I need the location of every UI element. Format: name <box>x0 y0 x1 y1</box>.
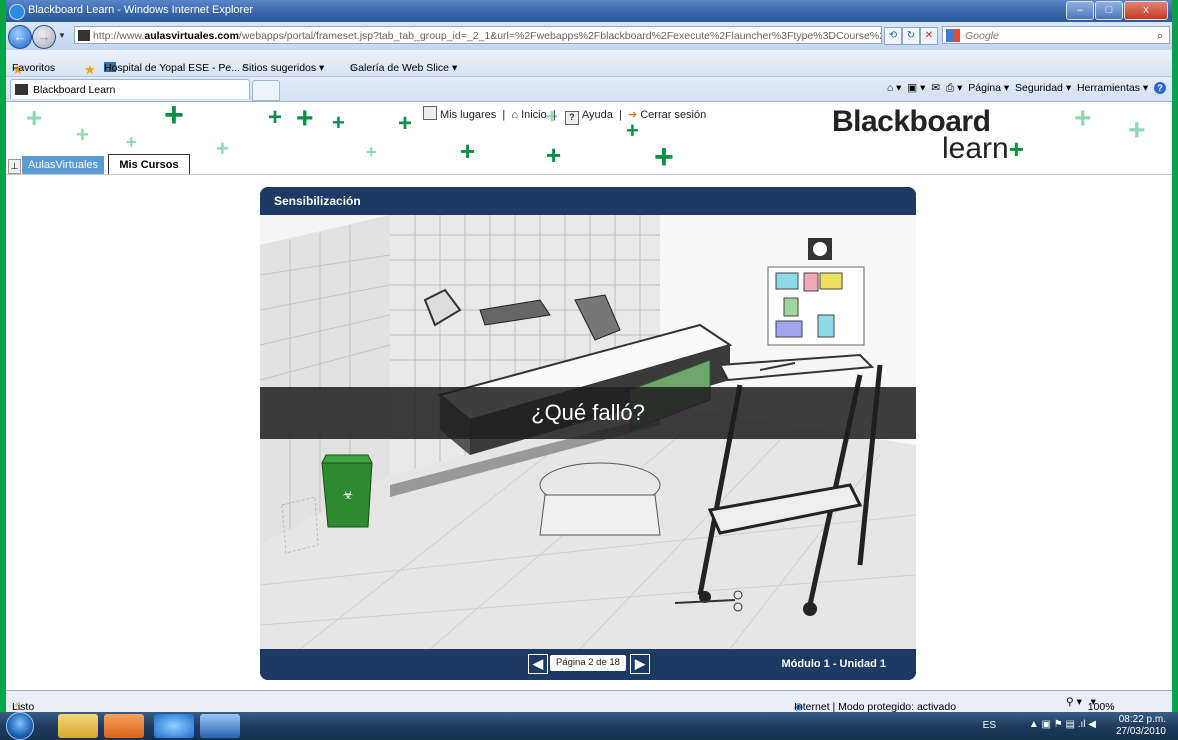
page-content: + + + + + + + + + + + + + + + + + Mis lu… <box>6 102 1172 690</box>
blackboard-nav: Mis lugares | ⌂ Inicio | ? Ayuda | ➜ Cerr… <box>420 106 706 125</box>
help-icon[interactable]: ? <box>1154 82 1166 94</box>
prev-page-button[interactable]: ◀ <box>528 654 548 674</box>
blackboard-banner: + + + + + + + + + + + + + + + + + Mis lu… <box>6 102 1172 176</box>
address-domain: aulasvirtuales.com <box>144 30 239 42</box>
clock[interactable]: 08:22 p.m. 27/03/2010 <box>1116 714 1166 738</box>
word-taskbar-icon[interactable] <box>200 714 240 738</box>
module-label: Módulo 1 - Unidad 1 <box>781 658 887 670</box>
tab-aulas-virtuales[interactable]: AulasVirtuales <box>22 156 104 174</box>
search-placeholder: Google <box>965 30 999 42</box>
taskbar: ES ▲ ▣ ⚑ ▤ .ıl ◀ 08:22 p.m. 27/03/2010 <box>0 712 1178 740</box>
pagina-menu[interactable]: Página ▾ <box>968 82 1009 94</box>
address-input[interactable]: http://www.aulasvirtuales.com/webapps/po… <box>74 26 882 44</box>
print-icon[interactable]: ⎙ ▾ <box>946 82 963 94</box>
blackboard-logo: Blackboard learn+ <box>832 105 1024 165</box>
cerrar-sesion-link[interactable]: ➜ Cerrar sesión <box>628 109 706 121</box>
google-icon <box>946 29 960 42</box>
player-footer: ◀ Página 2 de 18 ▶ Módulo 1 - Unidad 1 <box>260 649 916 680</box>
inicio-link[interactable]: ⌂ Inicio <box>511 109 546 121</box>
new-tab-button[interactable] <box>252 80 280 101</box>
mis-lugares-link[interactable]: Mis lugares <box>420 106 496 121</box>
mail-icon[interactable]: ✉ <box>931 82 940 94</box>
status-bar: ⚠ Listo ◉ Internet | Modo protegido: act… <box>6 690 1172 713</box>
tray-icons[interactable]: ▲ ▣ ⚑ ▤ .ıl ◀ <box>1029 719 1096 730</box>
home-icon[interactable]: ⌂ ▾ <box>887 82 902 94</box>
title-bar: Blackboard Learn - Windows Internet Expl… <box>6 0 1172 22</box>
address-row: ← → ▼ http://www.aulasvirtuales.com/weba… <box>6 22 1172 50</box>
home-icon: ⌂ <box>511 109 518 121</box>
start-button[interactable] <box>6 712 34 740</box>
explorer-taskbar-icon[interactable] <box>58 714 98 738</box>
search-icon[interactable]: ⌕ <box>1157 27 1163 45</box>
zoom-control[interactable]: ⚲ ▾ 100% ▾ <box>1066 696 1115 713</box>
language-indicator[interactable]: ES <box>983 720 996 731</box>
recent-pages-dropdown-icon[interactable]: ▼ <box>58 31 66 40</box>
tab-row: Blackboard Learn ⌂ ▾ ▣ ▾ ✉ ⎙ ▾ Página ▾ … <box>6 77 1172 102</box>
address-prefix: http://www. <box>93 30 145 42</box>
help-icon: ? <box>564 111 579 125</box>
stop-icon[interactable]: ✕ <box>920 27 938 45</box>
ie-taskbar-icon[interactable] <box>154 714 194 738</box>
course-player: Sensibilización ☣ ¿Qué falló? ◀ Página 2… <box>260 187 916 680</box>
ayuda-link[interactable]: ? Ayuda <box>562 109 613 125</box>
command-bar: ⌂ ▾ ▣ ▾ ✉ ⎙ ▾ Página ▾ Seguridad ▾ Herra… <box>887 82 1166 95</box>
refresh-icon[interactable]: ↻ <box>902 27 920 45</box>
back-button[interactable]: ← <box>8 25 32 49</box>
minimize-button[interactable]: – <box>1066 1 1094 20</box>
menu-toggle-icon[interactable]: ⊥ <box>8 159 21 174</box>
browser-window: Blackboard Learn - Windows Internet Expl… <box>6 0 1172 713</box>
favorites-bar: ★ Favoritos ★ Hospital de Yopal ESE - Pe… <box>6 50 1172 77</box>
address-path: /webapps/portal/frameset.jsp?tab_tab_gro… <box>238 30 882 42</box>
herramientas-menu[interactable]: Herramientas ▾ <box>1077 82 1148 94</box>
question-overlay: ¿Qué falló? <box>260 387 916 439</box>
media-player-taskbar-icon[interactable] <box>104 714 144 738</box>
close-button[interactable]: x <box>1124 1 1168 20</box>
svg-text:☣: ☣ <box>343 488 354 502</box>
compatibility-view-icon[interactable]: ⟲ <box>884 27 902 45</box>
mis-lugares-icon <box>423 106 437 120</box>
page-indicator: Página 2 de 18 <box>550 655 626 671</box>
player-title: Sensibilización <box>260 187 916 215</box>
window-title: Blackboard Learn - Windows Internet Expl… <box>28 4 253 16</box>
ie-logo-icon <box>9 4 25 20</box>
tab-blackboard-learn[interactable]: Blackboard Learn <box>10 79 250 99</box>
logout-icon: ➜ <box>627 109 638 121</box>
maximize-button[interactable]: □ <box>1095 1 1123 20</box>
forward-button[interactable]: → <box>32 25 56 49</box>
tab-mis-cursos[interactable]: Mis Cursos <box>108 154 190 174</box>
next-page-button[interactable]: ▶ <box>630 654 650 674</box>
seguridad-menu[interactable]: Seguridad ▾ <box>1015 82 1071 94</box>
site-favicon-icon <box>78 30 90 41</box>
feeds-icon[interactable]: ▣ ▾ <box>907 82 925 94</box>
search-input[interactable]: Google ⌕ <box>942 26 1170 44</box>
blackboard-favicon-icon <box>15 84 28 95</box>
